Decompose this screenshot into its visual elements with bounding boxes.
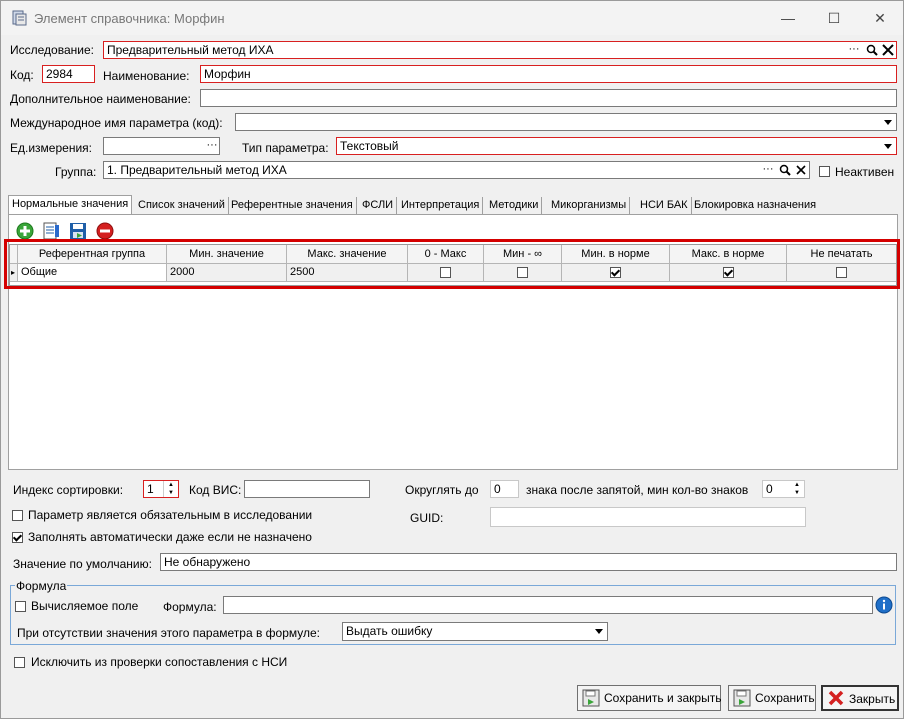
research-label: Исследование: xyxy=(10,43,94,57)
inactive-checkbox[interactable] xyxy=(819,166,830,177)
save-label: Сохранить xyxy=(755,691,815,705)
guid-field[interactable] xyxy=(490,507,806,527)
group-field[interactable]: 1. Предварительный метод ИХА ··· xyxy=(103,161,810,179)
sort-index-value: 1 xyxy=(147,482,154,496)
chevron-down-icon[interactable] xyxy=(591,623,607,639)
tab-normal-values[interactable]: Нормальные значения xyxy=(8,195,133,215)
decimals-label: знака после запятой, мин кол-во знаков xyxy=(526,483,749,497)
save-button[interactable]: Сохранить xyxy=(728,685,816,711)
tab-microorganisms[interactable]: Микорганизмы xyxy=(548,197,631,214)
missing-value-value: Выдать ошибку xyxy=(346,624,433,638)
autofill-checkbox[interactable] xyxy=(12,532,23,543)
formula-field[interactable] xyxy=(223,596,873,614)
chevron-down-icon[interactable] xyxy=(880,114,896,130)
computed-label: Вычисляемое поле xyxy=(31,599,139,613)
tab-assignment-lock[interactable]: Блокировка назначения xyxy=(691,197,819,214)
vis-code-field[interactable] xyxy=(244,480,370,498)
sort-index-stepper[interactable]: 1 ▲ ▼ xyxy=(143,480,179,498)
save-row-icon[interactable] xyxy=(68,221,88,241)
window-title: Элемент справочника: Морфин xyxy=(34,11,225,26)
delete-icon[interactable] xyxy=(95,221,115,241)
min-digits-value: 0 xyxy=(766,482,773,496)
code-field[interactable]: 2984 xyxy=(42,65,95,83)
inactive-label: Неактивен xyxy=(835,165,895,179)
tab-value-list[interactable]: Список значений xyxy=(135,197,229,214)
exclude-nsi-label: Исключить из проверки сопоставления с НС… xyxy=(31,655,288,669)
save-and-close-button[interactable]: Сохранить и закрыть xyxy=(577,685,721,711)
save-and-close-label: Сохранить и закрыть xyxy=(604,691,722,705)
tab-reference-values[interactable]: Референтные значения xyxy=(228,197,357,214)
save-icon xyxy=(733,689,751,707)
research-clear-icon[interactable] xyxy=(880,42,896,58)
vis-code-label: Код ВИС: xyxy=(189,483,242,497)
param-type-label: Тип параметра: xyxy=(242,141,329,155)
missing-value-label: При отсутствии значения этого параметра … xyxy=(17,626,321,640)
autofill-label: Заполнять автоматически даже если не наз… xyxy=(28,530,312,544)
close-label: Закрыть xyxy=(849,692,896,706)
dialog-window: Элемент справочника: Морфин — ☐ ✕ Исслед… xyxy=(0,0,904,719)
research-value: Предварительный метод ИХА xyxy=(107,43,274,57)
exclude-nsi-checkbox[interactable] xyxy=(14,657,25,668)
research-field[interactable]: Предварительный метод ИХА ··· xyxy=(103,41,897,59)
add-icon[interactable] xyxy=(15,221,35,241)
tab-fsli[interactable]: ФСЛИ xyxy=(359,197,398,214)
min-digits-spin-icon[interactable]: ▲ ▼ xyxy=(790,481,804,497)
formula-label: Формула: xyxy=(163,600,217,614)
group-label: Группа: xyxy=(55,165,97,179)
tab-nsi-bak[interactable]: НСИ БАК xyxy=(637,197,692,214)
unit-label: Ед.измерения: xyxy=(10,141,92,155)
sort-index-spin-icon[interactable]: ▲ ▼ xyxy=(163,481,178,497)
highlight-frame xyxy=(4,239,900,289)
group-search-icon[interactable] xyxy=(777,162,793,178)
round-label: Округлять до xyxy=(405,483,479,497)
name-field[interactable]: Морфин xyxy=(200,65,897,83)
default-value-label: Значение по умолчанию: xyxy=(13,557,152,571)
tab-interpretation[interactable]: Интерпретация xyxy=(398,197,484,214)
tab-methods[interactable]: Методики xyxy=(486,197,543,214)
group-value: 1. Предварительный метод ИХА xyxy=(107,163,287,177)
chevron-down-icon[interactable] xyxy=(880,138,896,154)
default-value-field[interactable]: Не обнаружено xyxy=(160,553,897,571)
round-field[interactable]: 0 xyxy=(490,480,519,498)
unit-select-button[interactable]: ··· xyxy=(204,138,219,154)
intl-name-label: Международное имя параметра (код): xyxy=(10,116,223,130)
extra-name-field[interactable] xyxy=(200,89,897,107)
close-icon xyxy=(828,690,844,706)
maximize-button[interactable]: ☐ xyxy=(811,5,857,31)
edit-list-icon[interactable] xyxy=(41,221,61,241)
research-select-button[interactable]: ··· xyxy=(846,42,862,58)
param-type-value: Текстовый xyxy=(340,139,399,153)
param-type-dropdown[interactable]: Текстовый xyxy=(336,137,897,155)
close-button[interactable]: Закрыть xyxy=(821,685,899,711)
sort-index-label: Индекс сортировки: xyxy=(13,483,124,497)
group-clear-icon[interactable] xyxy=(793,162,809,178)
guid-label: GUID: xyxy=(410,511,444,525)
intl-name-dropdown[interactable] xyxy=(235,113,897,131)
app-icon xyxy=(12,10,27,26)
title-bar: Элемент справочника: Морфин — ☐ ✕ xyxy=(1,1,903,35)
save-close-icon xyxy=(582,689,600,707)
formula-group-title: Формула xyxy=(15,579,68,593)
close-window-button[interactable]: ✕ xyxy=(857,5,903,31)
extra-name-label: Дополнительное наименование: xyxy=(10,92,191,106)
code-label: Код: xyxy=(10,68,34,82)
name-label: Наименование: xyxy=(103,69,190,83)
minimize-button[interactable]: — xyxy=(765,5,811,31)
computed-checkbox[interactable] xyxy=(15,601,26,612)
group-select-button[interactable]: ··· xyxy=(760,162,776,178)
min-digits-stepper[interactable]: 0 ▲ ▼ xyxy=(762,480,805,498)
required-label: Параметр является обязательным в исследо… xyxy=(28,508,313,522)
missing-value-dropdown[interactable]: Выдать ошибку xyxy=(342,622,608,641)
required-checkbox[interactable] xyxy=(12,510,23,521)
research-search-icon[interactable] xyxy=(864,42,880,58)
unit-field[interactable]: ··· xyxy=(103,137,220,155)
info-icon[interactable] xyxy=(875,596,893,614)
tab-strip: Нормальные значения Список значений Рефе… xyxy=(8,195,898,215)
